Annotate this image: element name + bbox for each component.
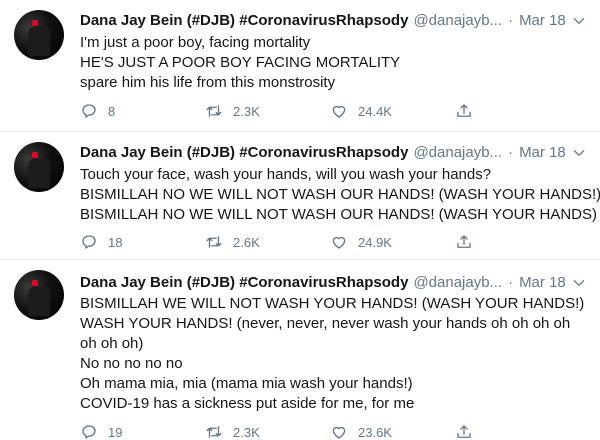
separator-dot: · xyxy=(508,273,514,291)
tweet-line: spare him his life from this monstrosity xyxy=(80,74,336,91)
tweet-header: Dana Jay Bein (#DJB) #CoronavirusRhapsod… xyxy=(80,141,566,163)
author-handle[interactable]: @danajayb... xyxy=(413,12,502,29)
tweet-text: I'm just a poor boy, facing mortality HE… xyxy=(80,33,580,93)
tweet-line: BISMILLAH WE WILL NOT WASH YOUR HANDS! (… xyxy=(80,295,585,312)
tweet-text: Touch your face, wash your hands, will y… xyxy=(80,165,600,225)
like-count: 23.6K xyxy=(358,424,392,440)
reply-icon xyxy=(82,104,96,118)
reply-count: 18 xyxy=(108,234,123,250)
tweet-line: I'm just a poor boy, facing mortality xyxy=(80,34,311,51)
author-handle[interactable]: @danajayb... xyxy=(413,274,502,291)
tweet-line: COVID-19 has a sickness put aside for me… xyxy=(80,395,415,412)
share-button[interactable] xyxy=(455,233,483,251)
chevron-down-icon[interactable] xyxy=(572,276,586,290)
reply-count: 19 xyxy=(108,424,123,440)
avatar[interactable] xyxy=(14,10,64,60)
reply-button[interactable]: 18 xyxy=(80,233,205,251)
tweet-line: BISMILLAH NO WE WILL NOT WASH OUR HANDS!… xyxy=(80,206,598,223)
reply-button[interactable]: 8 xyxy=(80,102,205,120)
tweet-date[interactable]: Mar 18 xyxy=(519,274,566,291)
separator-dot: · xyxy=(508,143,514,161)
author-name[interactable]: Dana Jay Bein (#DJB) #CoronavirusRhapsod… xyxy=(80,12,408,29)
tweet-3[interactable]: Dana Jay Bein (#DJB) #CoronavirusRhapsod… xyxy=(0,260,600,440)
retweet-count: 2.3K xyxy=(233,103,260,119)
tweet-line: WASH YOUR HANDS! (never, never, never wa… xyxy=(80,315,571,352)
avatar[interactable] xyxy=(14,142,64,192)
share-icon xyxy=(457,104,471,117)
author-handle[interactable]: @danajayb... xyxy=(413,144,502,161)
retweet-count: 2.6K xyxy=(233,234,260,250)
like-count: 24.9K xyxy=(358,234,392,250)
retweet-button[interactable]: 2.3K xyxy=(205,102,330,120)
heart-icon xyxy=(332,426,346,439)
separator-dot: · xyxy=(508,11,514,29)
retweet-icon xyxy=(206,426,222,438)
reply-button[interactable]: 19 xyxy=(80,423,205,440)
like-button[interactable]: 23.6K xyxy=(330,423,455,440)
tweet-actions: 19 2.3K 23.6K xyxy=(80,422,560,440)
share-button[interactable] xyxy=(455,102,483,120)
heart-icon xyxy=(332,105,346,118)
like-button[interactable]: 24.9K xyxy=(330,233,455,251)
tweet-line: Oh mama mia, mia (mama mia wash your han… xyxy=(80,375,413,392)
tweet-header: Dana Jay Bein (#DJB) #CoronavirusRhapsod… xyxy=(80,271,566,293)
retweet-icon xyxy=(206,105,222,117)
tweet-header: Dana Jay Bein (#DJB) #CoronavirusRhapsod… xyxy=(80,9,566,31)
chevron-down-icon[interactable] xyxy=(572,146,586,160)
tweet-line: Touch your face, wash your hands, will y… xyxy=(80,166,492,183)
tweet-line: BISMILLAH NO WE WILL NOT WASH OUR HANDS!… xyxy=(80,186,600,203)
tweet-actions: 18 2.6K 24.9K xyxy=(80,232,560,252)
retweet-icon xyxy=(206,236,222,248)
chevron-down-icon[interactable] xyxy=(572,14,586,28)
reply-icon xyxy=(82,235,96,249)
tweet-1[interactable]: Dana Jay Bein (#DJB) #CoronavirusRhapsod… xyxy=(0,0,600,132)
like-button[interactable]: 24.4K xyxy=(330,102,455,120)
author-name[interactable]: Dana Jay Bein (#DJB) #CoronavirusRhapsod… xyxy=(80,144,408,161)
retweet-button[interactable]: 2.6K xyxy=(205,233,330,251)
tweet-date[interactable]: Mar 18 xyxy=(519,144,566,161)
share-icon xyxy=(457,235,471,248)
reply-icon xyxy=(82,425,96,439)
tweet-date[interactable]: Mar 18 xyxy=(519,12,566,29)
avatar[interactable] xyxy=(14,270,64,320)
share-icon xyxy=(457,425,471,438)
tweet-2[interactable]: Dana Jay Bein (#DJB) #CoronavirusRhapsod… xyxy=(0,132,600,260)
like-count: 24.4K xyxy=(358,103,392,119)
tweet-actions: 8 2.3K 24.4K xyxy=(80,101,560,121)
retweet-count: 2.3K xyxy=(233,424,260,440)
heart-icon xyxy=(332,236,346,249)
reply-count: 8 xyxy=(108,103,116,119)
share-button[interactable] xyxy=(455,423,483,440)
tweet-text: BISMILLAH WE WILL NOT WASH YOUR HANDS! (… xyxy=(80,294,585,414)
tweet-line: No no no no no xyxy=(80,355,183,372)
tweet-line: HE'S JUST A POOR BOY FACING MORTALITY xyxy=(80,54,401,71)
author-name[interactable]: Dana Jay Bein (#DJB) #CoronavirusRhapsod… xyxy=(80,274,408,291)
retweet-button[interactable]: 2.3K xyxy=(205,423,330,440)
